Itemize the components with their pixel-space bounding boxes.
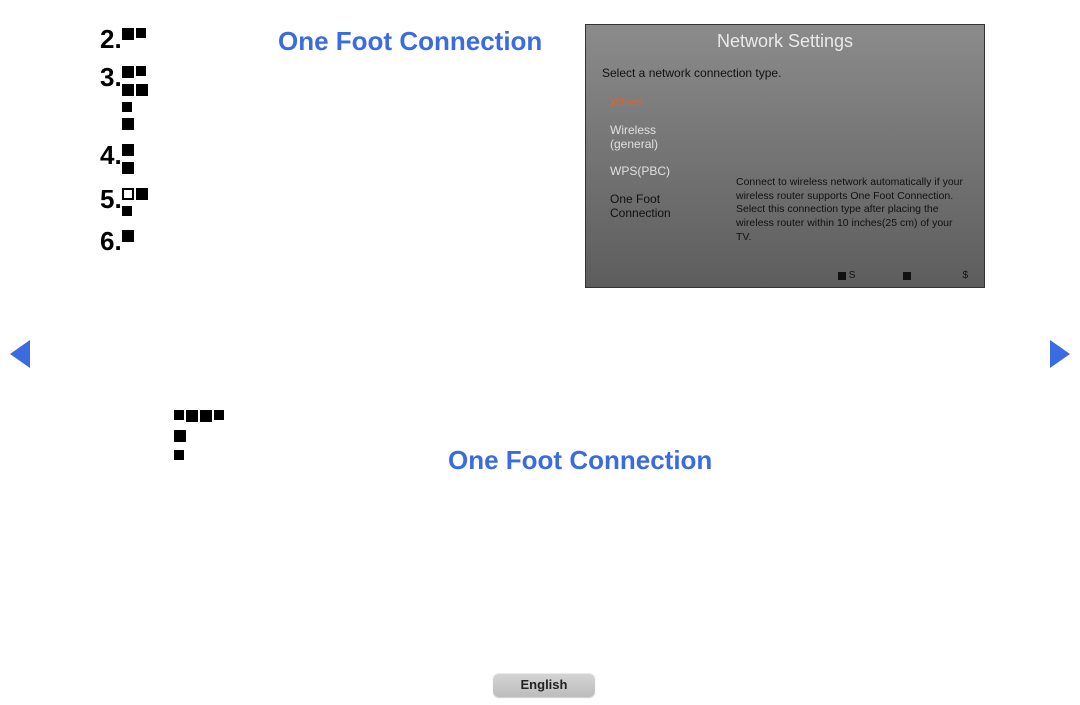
list-glyphs <box>122 26 146 40</box>
list-item-3: 3. <box>100 64 185 130</box>
instruction-list: 2. 3. 4. 5. 6. <box>100 26 185 254</box>
heading-one-foot-mid: One Foot Connection <box>448 445 712 476</box>
network-settings-dialog: Network Settings Select a network connec… <box>585 24 985 288</box>
language-button[interactable]: English <box>493 673 595 697</box>
prev-arrow-icon[interactable] <box>10 340 30 368</box>
list-number: 4. <box>100 142 122 168</box>
list-glyphs <box>122 64 148 130</box>
list-glyphs <box>122 142 134 174</box>
square-icon <box>903 272 911 280</box>
list-number: 5. <box>100 186 122 212</box>
next-arrow-icon[interactable] <box>1050 340 1070 368</box>
list-glyphs <box>122 228 134 242</box>
dialog-footer: S $ <box>838 270 968 281</box>
list-glyphs <box>122 186 148 216</box>
dot-icon <box>838 272 846 280</box>
list-item-2: 2. <box>100 26 185 52</box>
footer-hint-a: S <box>838 270 856 281</box>
footer-hint-c: $ <box>962 270 968 281</box>
option-one-foot-line1: One Foot <box>610 192 660 206</box>
heading-one-foot-top: One Foot Connection <box>278 26 542 57</box>
dialog-body: Wired Wireless (general) WPS(PBC) One Fo… <box>586 90 984 260</box>
list-number: 3. <box>100 64 122 90</box>
dialog-subtitle: Select a network connection type. <box>602 66 984 80</box>
connection-type-list: Wired Wireless (general) WPS(PBC) One Fo… <box>610 96 720 235</box>
list-item-6-sub <box>174 410 224 460</box>
option-wireless-line1: Wireless <box>610 123 656 137</box>
footer-hint-b <box>903 272 914 280</box>
option-one-foot-line2: Connection <box>610 206 671 220</box>
list-item-4: 4. <box>100 142 185 174</box>
option-wired[interactable]: Wired <box>610 96 720 110</box>
list-number: 6. <box>100 228 122 254</box>
dialog-title: Network Settings <box>586 31 984 52</box>
list-item-5: 5. <box>100 186 185 216</box>
option-wireless[interactable]: Wireless (general) <box>610 124 720 152</box>
option-wps[interactable]: WPS(PBC) <box>610 165 720 179</box>
list-item-6: 6. <box>100 228 185 254</box>
option-description: Connect to wireless network automaticall… <box>736 176 966 244</box>
list-number: 2. <box>100 26 122 52</box>
option-one-foot[interactable]: One Foot Connection <box>610 193 720 221</box>
option-wireless-line2: (general) <box>610 137 658 151</box>
